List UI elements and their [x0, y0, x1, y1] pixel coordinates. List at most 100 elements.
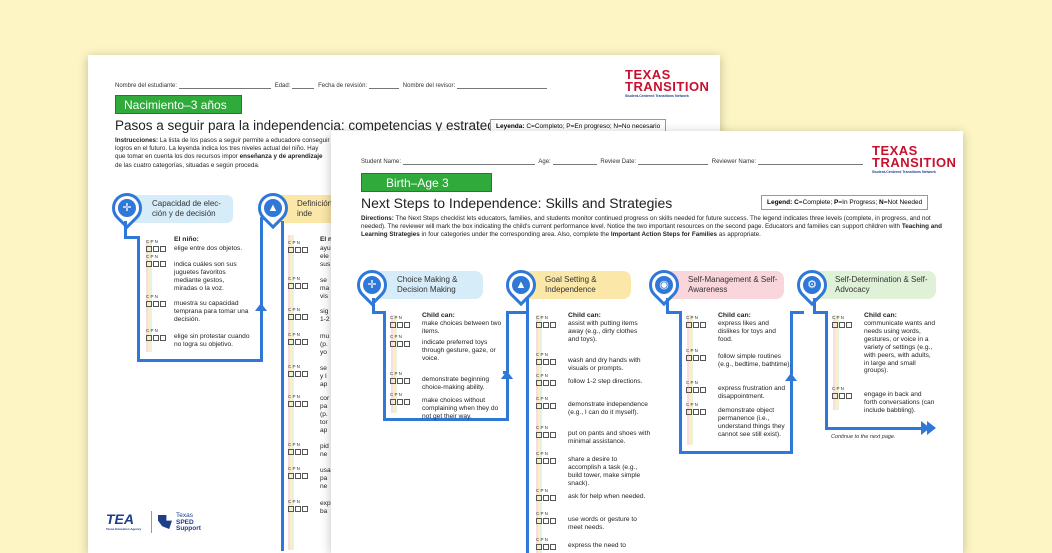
tea-logo: TEA Texas Education Agency: [106, 511, 141, 531]
skill-item: follow 1-2 step directions.: [568, 378, 643, 385]
skill-item: follow simple routines (e.g., bedtime, b…: [718, 353, 792, 368]
skill-item: wash and dry hands with visuals or promp…: [568, 357, 641, 372]
age-label: Edad:: [274, 83, 291, 89]
skill-item: put on pants and shoes with minimal assi…: [568, 430, 651, 445]
cpn-checkbox-group[interactable]: C P N: [536, 537, 557, 551]
directions-bold2: Important Action Steps for Families: [610, 231, 718, 239]
directions-text2: de las cuatro categorías, situadas e seg…: [115, 161, 260, 169]
path-line: [137, 359, 263, 362]
cpn-checkbox-group[interactable]: C P N: [536, 488, 557, 502]
cpn-label: C P N: [536, 488, 548, 493]
cpn-checkbox-group[interactable]: C P N: [288, 276, 309, 290]
cpn-checkbox-group[interactable]: C P N: [832, 315, 853, 329]
cpn-label: C P N: [146, 294, 158, 299]
cpn-label: C P N: [288, 332, 300, 337]
cpn-checkbox-group[interactable]: C P N: [390, 334, 411, 348]
cpn-checkbox-group[interactable]: C P N: [146, 294, 167, 308]
directions-bold: enseñanza y de aprendizaje: [239, 153, 323, 161]
legend-c-text: =Complete;: [798, 199, 835, 206]
category-label: Goal Setting & Independence: [545, 275, 597, 294]
skill-item: communicate wants and needs using words,…: [864, 320, 936, 375]
cpn-label: C P N: [536, 352, 548, 357]
cpn-checkbox-group[interactable]: C P N: [288, 240, 309, 254]
cpn-label: C P N: [390, 371, 402, 376]
cpn-label: C P N: [288, 307, 300, 312]
skill-item: elige sin protestar cuando no logra su o…: [174, 333, 250, 348]
student-label: Student Name:: [361, 159, 402, 165]
cpn-checkbox-group[interactable]: C P N: [390, 371, 411, 385]
skill-item: demonstrate independence (e.g., I can do…: [568, 401, 648, 416]
cpn-checkbox-group[interactable]: C P N: [146, 254, 167, 268]
path-line: [790, 311, 804, 314]
path-line: [666, 298, 669, 312]
cpn-checkbox-group[interactable]: C P N: [146, 239, 167, 253]
path-line: [679, 311, 682, 453]
path-line: [260, 310, 263, 362]
cpn-label: C P N: [686, 402, 698, 407]
skill-item: engage in back and forth conversations (…: [864, 391, 935, 414]
cpn-label: C P N: [390, 392, 402, 397]
cpn-checkbox-group[interactable]: C P N: [536, 352, 557, 366]
cpn-label: C P N: [536, 315, 548, 320]
cpn-checkbox-group[interactable]: C P N: [288, 394, 309, 408]
path-line: [372, 298, 375, 312]
skill-item: demonstrate object permanence (i.e., und…: [718, 407, 785, 438]
cpn-label: C P N: [390, 315, 402, 320]
texas-transition-logo: TEXAS TRANSITION Student-Centered Transi…: [872, 144, 957, 174]
cpn-checkbox-group[interactable]: C P N: [832, 386, 853, 400]
cpn-checkbox-group[interactable]: C P N: [288, 332, 309, 346]
child-can-label: Child can:: [422, 312, 455, 319]
footer-divider: [151, 511, 152, 533]
directions-label: Instrucciones:: [115, 137, 159, 144]
legend-label: Legend:: [767, 199, 793, 206]
legend-text: C=Completo; P=En progreso; N=No necesari…: [526, 123, 661, 130]
cpn-checkbox-group[interactable]: C P N: [288, 499, 309, 513]
logo-line2: TRANSITION: [872, 155, 957, 171]
texas-map-icon: [158, 515, 172, 529]
cpn-checkbox-group[interactable]: C P N: [536, 396, 557, 410]
cpn-checkbox-group[interactable]: C P N: [686, 315, 707, 329]
skill-item: assist with putting items away (e.g., di…: [568, 320, 638, 343]
cpn-checkbox-group[interactable]: C P N: [686, 380, 707, 394]
cpn-label: C P N: [288, 240, 300, 245]
age-badge: Nacimiento–3 años: [115, 95, 242, 114]
cpn-checkbox-group[interactable]: C P N: [536, 451, 557, 465]
front-page: Student Name: Age: Review Date: Reviewer…: [331, 131, 963, 553]
logo-tagline: Student-Centered Transitions Network: [625, 93, 689, 98]
cpn-label: C P N: [288, 442, 300, 447]
cpn-label: C P N: [536, 537, 548, 542]
skill-item: ask for help when needed.: [568, 493, 646, 500]
cpn-checkbox-group[interactable]: C P N: [288, 364, 309, 378]
skill-item: demonstrate beginning choice-making abil…: [422, 376, 490, 391]
cpn-checkbox-group[interactable]: C P N: [536, 315, 557, 329]
category-label: Self-Management & Self-Awareness: [688, 275, 778, 294]
cpn-checkbox-group[interactable]: C P N: [390, 392, 411, 406]
legend-label: Leyenda:: [496, 123, 525, 130]
path-line: [281, 221, 284, 551]
back-header-fields: Nombre del estudiante: Edad: Fecha de re…: [115, 82, 549, 89]
path-line: [825, 311, 828, 429]
cpn-checkbox-group[interactable]: C P N: [288, 442, 309, 456]
cpn-checkbox-group[interactable]: C P N: [686, 402, 707, 416]
cpn-label: C P N: [536, 373, 548, 378]
review-date-label: Fecha de revisión:: [318, 83, 368, 89]
student-label: Nombre del estudiante:: [115, 83, 178, 89]
cpn-label: C P N: [832, 386, 844, 391]
cpn-checkbox-group[interactable]: C P N: [288, 466, 309, 480]
cpn-checkbox-group[interactable]: C P N: [536, 511, 557, 525]
cpn-checkbox-group[interactable]: C P N: [536, 373, 557, 387]
cpn-checkbox-group[interactable]: C P N: [288, 307, 309, 321]
directions: Instrucciones: La lista de los pasos a s…: [115, 137, 330, 170]
cpn-checkbox-group[interactable]: C P N: [390, 315, 411, 329]
directions-label: Directions:: [361, 215, 394, 222]
cpn-checkbox-group[interactable]: C P N: [146, 328, 167, 342]
tea-agency: Texas Education Agency: [106, 527, 142, 531]
path-line: [506, 311, 528, 314]
cpn-checkbox-group[interactable]: C P N: [686, 348, 707, 362]
path-line: [260, 217, 263, 307]
reviewer-label: Reviewer Name:: [711, 159, 757, 165]
tea-logo-text: TEA: [106, 511, 134, 527]
cpn-label: C P N: [288, 466, 300, 471]
cpn-checkbox-group[interactable]: C P N: [536, 425, 557, 439]
skill-item: make choices without complaining when th…: [422, 397, 499, 420]
